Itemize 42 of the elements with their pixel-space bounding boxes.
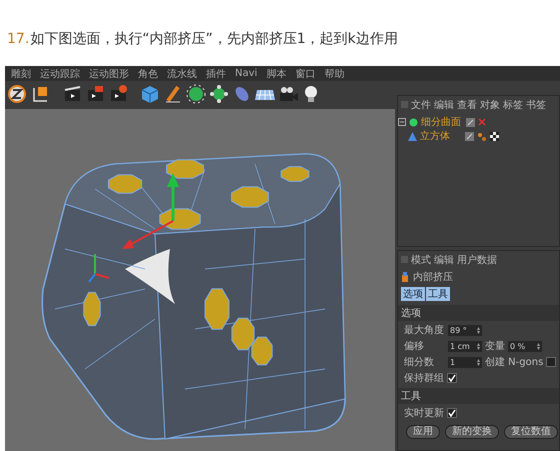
action-button[interactable]: 新的变换 <box>445 425 499 439</box>
menu-item[interactable]: 运动跟踪 <box>40 66 80 80</box>
object-name[interactable]: 立方体 <box>420 129 462 143</box>
checkbox-label: 实时更新 <box>404 406 444 420</box>
menu-item[interactable]: 查看 <box>457 98 477 112</box>
tool-title: 内部挤压 <box>413 270 453 284</box>
menu-item[interactable]: 用户数据 <box>457 252 497 266</box>
menu-item[interactable]: 文件 <box>411 98 431 112</box>
menu-item[interactable]: 运动图形 <box>89 66 129 80</box>
field-label: 最大角度 <box>404 324 445 337</box>
action-button[interactable]: 应用 <box>406 425 440 439</box>
section-header: 工具 <box>398 388 559 404</box>
number-field[interactable]: 1 cm <box>448 340 482 352</box>
action-button[interactable]: 复位数值 <box>504 425 558 439</box>
number-field[interactable]: 0 % <box>508 340 542 352</box>
number-field[interactable]: 1 <box>448 356 482 368</box>
checkbox-label: 保持群组 <box>404 372 444 385</box>
section-header: 选项 <box>398 305 559 321</box>
field-label: 变量 <box>485 340 505 353</box>
menu-item[interactable]: 流水线 <box>167 66 197 80</box>
menu-item[interactable]: 插件 <box>206 66 226 80</box>
menu-item[interactable]: Navi <box>235 68 258 79</box>
menu-item[interactable]: 角色 <box>138 66 158 80</box>
menu-item[interactable]: 雕刻 <box>11 66 31 80</box>
caption-text: 如下图选面，执行“内部挤压”，先内部挤压1，起到k边作用 <box>30 30 398 48</box>
menu-item[interactable]: 帮助 <box>324 66 344 80</box>
menu-item[interactable]: 模式 <box>411 252 431 266</box>
tab[interactable]: 工具 <box>426 287 450 301</box>
step-number: 17. <box>7 31 30 47</box>
menu-item[interactable]: 标签 <box>503 98 523 112</box>
menu-item[interactable]: 窗口 <box>295 66 316 80</box>
menu-item[interactable]: 编辑 <box>434 98 454 112</box>
checkbox-label: 创建 N-gons <box>485 356 544 369</box>
menu-item[interactable]: 编辑 <box>434 252 454 266</box>
tab[interactable]: 选项 <box>401 287 425 301</box>
menu-item[interactable]: 书签 <box>526 98 546 112</box>
number-field[interactable]: 89 ° <box>448 324 482 336</box>
field-label: 细分数 <box>404 356 435 369</box>
object-name[interactable]: 细分曲面 <box>421 115 463 129</box>
menu-item[interactable]: 对象 <box>480 98 500 112</box>
field-label: 偏移 <box>404 340 425 353</box>
menu-item[interactable]: 脚本 <box>266 66 286 80</box>
